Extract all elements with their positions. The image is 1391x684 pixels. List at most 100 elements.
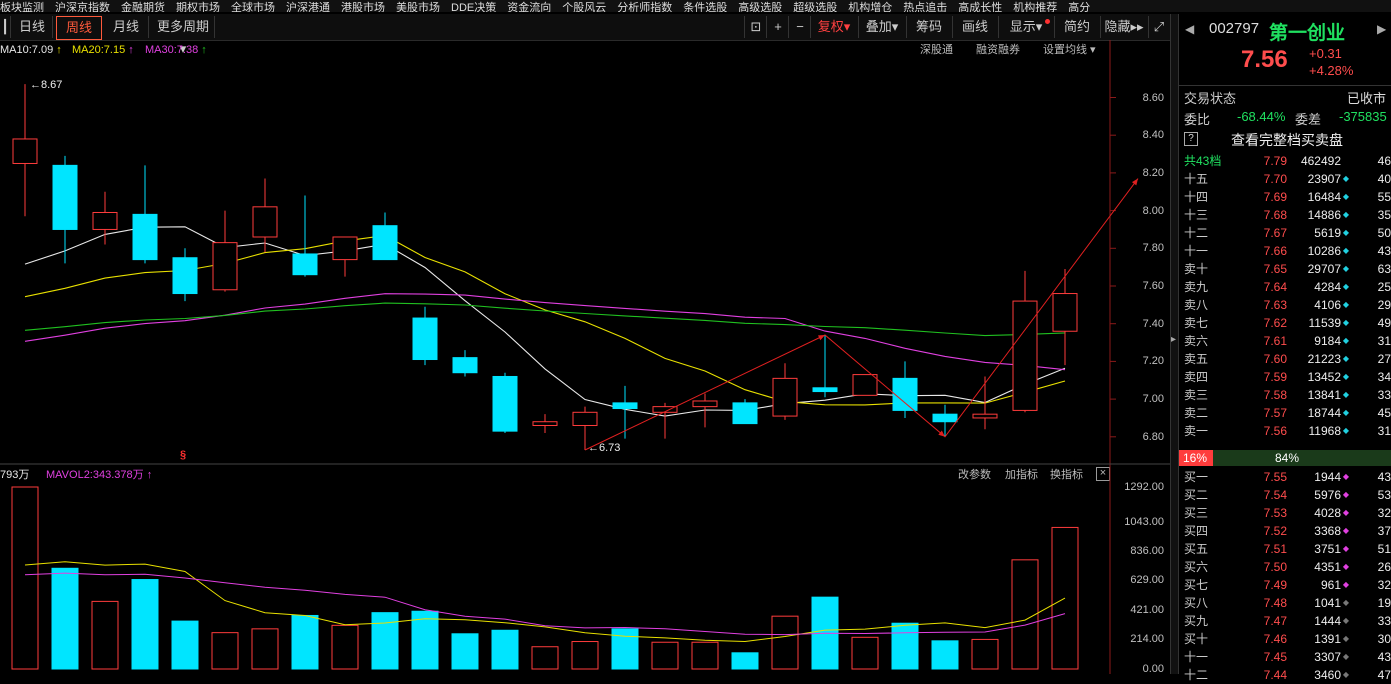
ask-price: 7.58 [1263, 388, 1287, 402]
prev-stock-icon[interactable]: ◀ [1185, 22, 1194, 36]
bid-row[interactable]: 买七 7.49 961 ◆ 32 [1179, 576, 1391, 594]
ask-row[interactable]: 卖五 7.60 21223 ◆ 27 [1179, 350, 1391, 368]
ask-order-count: 43 [1377, 244, 1391, 258]
ask-price: 7.59 [1263, 370, 1287, 384]
top-menu-item[interactable]: 板块监测 [0, 3, 44, 13]
tab-monthly[interactable]: 月线 [104, 16, 149, 38]
bid-price: 7.46 [1263, 632, 1287, 646]
top-menu-item[interactable]: 高分 [1068, 3, 1090, 13]
order-diamond-icon: ◆ [1342, 634, 1350, 643]
ask-volume: 4284 [1314, 280, 1341, 294]
hide-button[interactable]: 隐藏▸▸ [1100, 16, 1147, 38]
top-menu-item[interactable]: 个股风云 [562, 3, 606, 13]
top-menu-item[interactable]: 机构增仓 [848, 3, 892, 13]
top-menu-item[interactable]: 美股市场 [396, 3, 440, 13]
bid-volume: 3460 [1314, 668, 1341, 682]
bid-row[interactable]: 十二 7.44 3460 ◆ 47 [1179, 666, 1391, 684]
candle-body [212, 242, 238, 291]
top-menu-item[interactable]: 高成长性 [958, 3, 1002, 13]
overlay-button[interactable]: 叠加▾ [858, 16, 905, 38]
fullscreen-icon[interactable]: ⤢ [1148, 16, 1169, 38]
draw-line-button[interactable]: 画线 [952, 16, 997, 38]
ask-row[interactable]: 卖六 7.61 9184 ◆ 31 [1179, 332, 1391, 350]
full-book-link[interactable]: 查看完整档买卖盘 [1231, 130, 1343, 150]
total-levels-count: 46 [1377, 154, 1391, 168]
order-diamond-icon: ◆ [1342, 318, 1350, 327]
fuquan-button[interactable]: 复权▾ [810, 16, 857, 38]
bid-order-count: 51 [1377, 542, 1391, 556]
tab-more-periods[interactable]: 更多周期 ▾ [152, 16, 215, 56]
ask-row[interactable]: 卖九 7.64 4284 ◆ 25 [1179, 278, 1391, 296]
order-diamond-icon: ◆ [1342, 508, 1350, 517]
ask-volume: 11539 [1308, 316, 1341, 330]
help-icon[interactable]: ? [1184, 132, 1198, 146]
volume-bar [11, 486, 39, 670]
ask-row[interactable]: 十五 7.70 23907 ◆ 40 [1179, 170, 1391, 188]
top-menu-item[interactable]: DDE决策 [451, 3, 496, 13]
candle-body [932, 413, 958, 423]
bid-row[interactable]: 买三 7.53 4028 ◆ 32 [1179, 504, 1391, 522]
top-menu-item[interactable]: 全球市场 [231, 3, 275, 13]
top-menu-item[interactable]: 沪深京指数 [55, 3, 110, 13]
ask-row[interactable]: 卖八 7.63 4106 ◆ 29 [1179, 296, 1391, 314]
fuquan-label: 复权 [817, 19, 844, 34]
top-menu-item[interactable]: 机构推荐 [1013, 3, 1057, 13]
ask-order-count: 33 [1377, 388, 1391, 402]
tab-daily[interactable]: 日线 [12, 16, 53, 38]
top-menu-item[interactable]: 超级选股 [793, 3, 837, 13]
bid-row[interactable]: 买九 7.47 1444 ◆ 33 [1179, 612, 1391, 630]
top-menu-item[interactable]: 港股市场 [341, 3, 385, 13]
bid-row[interactable]: 买十 7.46 1391 ◆ 30 [1179, 630, 1391, 648]
ask-row[interactable]: 卖七 7.62 11539 ◆ 49 [1179, 314, 1391, 332]
bid-volume: 3368 [1314, 524, 1341, 538]
ask-row[interactable]: 卖四 7.59 13452 ◆ 34 [1179, 368, 1391, 386]
bid-order-count: 19 [1377, 596, 1391, 610]
top-menu-item[interactable]: 金融期货 [121, 3, 165, 13]
chart-toolbar: ┃ 日线 周线 月线 更多周期 ▾ ⊡ + − 复权▾ 叠加▾ 筹码 画线 显示… [0, 14, 1170, 56]
collapse-arrow-icon[interactable]: ▸ [1171, 334, 1176, 345]
top-menu-item[interactable]: 条件选股 [683, 3, 727, 13]
top-menu-item[interactable]: 资金流向 [507, 3, 551, 13]
bid-row[interactable]: 买二 7.54 5976 ◆ 53 [1179, 486, 1391, 504]
zoom-in-icon[interactable]: + [766, 16, 789, 38]
tab-weekly[interactable]: 周线 [56, 16, 102, 40]
left-edge-tab[interactable]: ┃ [0, 16, 11, 38]
ma20-line [24, 293, 1066, 371]
kline-chart[interactable] [0, 40, 1172, 674]
simple-button[interactable]: 简约 [1054, 16, 1099, 38]
ask-row[interactable]: 卖一 7.56 11968 ◆ 31 [1179, 422, 1391, 440]
bid-row[interactable]: 买五 7.51 3751 ◆ 51 [1179, 540, 1391, 558]
bid-row[interactable]: 买一 7.55 1944 ◆ 43 [1179, 468, 1391, 486]
ask-row[interactable]: 卖十 7.65 29707 ◆ 63 [1179, 260, 1391, 278]
ask-order-count: 27 [1377, 352, 1391, 366]
top-menu-item[interactable]: 热点追击 [903, 3, 947, 13]
chips-button[interactable]: 筹码 [906, 16, 951, 38]
bid-row[interactable]: 买六 7.50 4351 ◆ 26 [1179, 558, 1391, 576]
order-diamond-icon: ◆ [1342, 300, 1350, 309]
ask-row[interactable]: 卖二 7.57 18744 ◆ 45 [1179, 404, 1391, 422]
order-diamond-icon: ◆ [1342, 426, 1350, 435]
volume-bar [931, 640, 959, 670]
ask-volume: 5619 [1314, 226, 1341, 240]
ask-row[interactable]: 十四 7.69 16484 ◆ 55 [1179, 188, 1391, 206]
top-menu-item[interactable]: 期权市场 [176, 3, 220, 13]
ask-row[interactable]: 十三 7.68 14886 ◆ 35 [1179, 206, 1391, 224]
top-menu-item[interactable]: 高级选股 [738, 3, 782, 13]
bid-volume: 3307 [1314, 650, 1341, 664]
ask-row[interactable]: 十二 7.67 5619 ◆ 50 [1179, 224, 1391, 242]
ask-price: 7.69 [1263, 190, 1287, 204]
top-menu-item[interactable]: 沪深港通 [286, 3, 330, 13]
top-menu-item[interactable]: 分析师指数 [617, 3, 672, 13]
candle-body [692, 400, 718, 408]
zoom-out-icon[interactable]: − [788, 16, 811, 38]
lock-icon[interactable]: ⊡ [744, 16, 767, 38]
candle-body [412, 317, 438, 361]
ask-volume: 14886 [1307, 208, 1341, 222]
bid-row[interactable]: 十一 7.45 3307 ◆ 43 [1179, 648, 1391, 666]
volume-bar [971, 638, 999, 670]
bid-row[interactable]: 买四 7.52 3368 ◆ 37 [1179, 522, 1391, 540]
next-stock-icon[interactable]: ▶ [1377, 22, 1386, 36]
bid-row[interactable]: 买八 7.48 1041 ◆ 19 [1179, 594, 1391, 612]
ask-row[interactable]: 十一 7.66 10286 ◆ 43 [1179, 242, 1391, 260]
ask-row[interactable]: 卖三 7.58 13841 ◆ 33 [1179, 386, 1391, 404]
